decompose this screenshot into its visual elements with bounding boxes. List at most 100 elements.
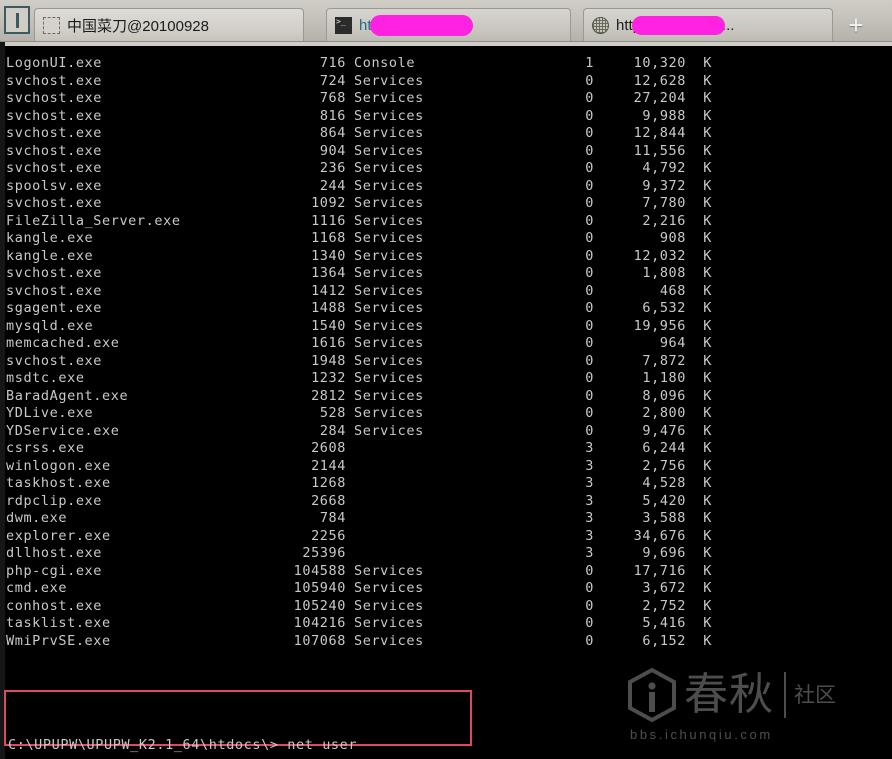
process-pid: 1364 xyxy=(311,265,346,281)
process-row: LogonUI.exe 716 Console 1 10,320 K xyxy=(6,55,712,73)
process-row: FileZilla_Server.exe 1116 Services 0 2,216 K xyxy=(6,213,712,231)
process-session-number: 0 xyxy=(585,282,594,299)
process-session-number: 0 xyxy=(585,177,594,194)
tab-chinese-chopper[interactable]: 中国菜刀@20100928 xyxy=(34,8,304,41)
process-session-number: 3 xyxy=(585,440,594,456)
process-memory: 12,628 xyxy=(633,72,686,89)
process-name: mysqld.exe xyxy=(6,317,94,334)
process-memory: 9,696 xyxy=(642,545,686,561)
process-pid: 1412 xyxy=(311,282,346,299)
process-memory-unit: K xyxy=(703,300,712,316)
process-session-number: 0 xyxy=(585,597,594,614)
process-row: svchost.exe 724 Services 0 12,628 K xyxy=(6,73,712,91)
process-name: kangle.exe xyxy=(6,247,94,264)
process-pid: 1232 xyxy=(311,370,346,386)
tasklist-process-table: LogonUI.exe 716 Console 1 10,320 Ksvchost.exe… xyxy=(0,42,712,650)
process-memory: 6,152 xyxy=(642,632,686,649)
process-memory-unit: K xyxy=(703,475,712,491)
process-session-number: 0 xyxy=(585,615,594,631)
process-memory: 2,800 xyxy=(642,405,686,421)
process-row: rdpclip.exe 2668 3 5,420 K xyxy=(6,493,712,511)
process-name: WmiPrvSE.exe xyxy=(6,632,111,649)
process-memory: 8,096 xyxy=(642,387,686,404)
process-memory: 7,872 xyxy=(642,352,686,369)
process-name: svchost.exe xyxy=(6,160,103,176)
process-memory-unit: K xyxy=(703,405,712,421)
process-row: kangle.exe 1168 Services 0 908 K xyxy=(6,230,712,248)
process-session-name: Services xyxy=(354,580,424,596)
process-name: php-cgi.exe xyxy=(6,562,103,579)
process-pid: 2668 xyxy=(311,492,346,509)
process-row: winlogon.exe 2144 3 2,756 K xyxy=(6,458,712,476)
process-memory-unit: K xyxy=(703,615,712,631)
process-session-number: 3 xyxy=(585,545,594,561)
process-session-name: Services xyxy=(354,335,424,351)
process-row: tasklist.exe 104216 Services 0 5,416 K xyxy=(6,615,712,633)
process-memory-unit: K xyxy=(703,510,712,526)
process-name: YDLive.exe xyxy=(6,405,94,421)
process-name: csrss.exe xyxy=(6,440,85,456)
process-row: php-cgi.exe 104588 Services 0 17,716 K xyxy=(6,563,712,581)
tab-http-ichunqiu-2[interactable]: http:/ .78/ichunqi... xyxy=(583,8,833,41)
process-memory: 11,556 xyxy=(633,142,686,159)
process-session-number: 3 xyxy=(585,527,594,544)
process-row: svchost.exe 1364 Services 0 1,808 K xyxy=(6,265,712,283)
process-session-name: Services xyxy=(354,405,424,421)
process-session-number: 0 xyxy=(585,317,594,334)
process-memory-unit: K xyxy=(703,457,712,474)
process-session-number: 0 xyxy=(585,72,594,89)
process-row: mysqld.exe 1540 Services 0 19,956 K xyxy=(6,318,712,336)
process-name: FileZilla_Server.exe xyxy=(6,212,181,229)
process-session-name: Services xyxy=(354,195,424,211)
process-session-number: 0 xyxy=(585,335,594,351)
process-pid: 724 xyxy=(319,72,346,89)
process-row: conhost.exe 105240 Services 0 2,752 K xyxy=(6,598,712,616)
process-session-name: Services xyxy=(354,387,424,404)
ichunqiu-watermark: 春秋 社区 bbs.ichunqiu.com xyxy=(626,667,866,751)
process-session-name: Services xyxy=(354,352,424,369)
process-row: svchost.exe 864 Services 0 12,844 K xyxy=(6,125,712,143)
process-pid: 2144 xyxy=(311,457,346,474)
process-memory: 5,420 xyxy=(642,492,686,509)
process-row: dllhost.exe 25396 3 9,696 K xyxy=(6,545,712,563)
process-name: svchost.exe xyxy=(6,125,103,141)
process-row: svchost.exe 904 Services 0 11,556 K xyxy=(6,143,712,161)
process-name: svchost.exe xyxy=(6,90,103,106)
process-memory: 10,320 xyxy=(633,55,686,71)
process-name: explorer.exe xyxy=(6,527,111,544)
process-session-name: Services xyxy=(354,632,424,649)
process-row: svchost.exe 1412 Services 0 468 K xyxy=(6,283,712,301)
tab-http-ichunqiu-1[interactable]: >_ http: .78/ichunqi... xyxy=(326,8,571,41)
process-pid: 107068 xyxy=(293,632,346,649)
process-memory-unit: K xyxy=(703,177,712,194)
process-row: memcached.exe 1616 Services 0 964 K xyxy=(6,335,712,353)
process-session-number: 0 xyxy=(585,265,594,281)
process-session-number: 0 xyxy=(585,562,594,579)
process-memory: 9,476 xyxy=(642,422,686,439)
process-name: rdpclip.exe xyxy=(6,492,103,509)
process-pid: 2256 xyxy=(311,527,346,544)
process-memory: 6,532 xyxy=(642,300,686,316)
new-tab-button[interactable]: + xyxy=(837,8,875,41)
process-memory-unit: K xyxy=(703,492,712,509)
console-output-area[interactable]: LogonUI.exe 716 Console 1 10,320 Ksvchost.exe… xyxy=(0,42,892,759)
process-pid: 244 xyxy=(319,177,346,194)
process-session-number: 0 xyxy=(585,212,594,229)
process-memory-unit: K xyxy=(703,545,712,561)
process-row: svchost.exe 768 Services 0 27,204 K xyxy=(6,90,712,108)
process-name: svchost.exe xyxy=(6,72,103,89)
process-pid: 904 xyxy=(319,142,346,159)
dotted-square-icon xyxy=(43,16,60,34)
process-session-name: Services xyxy=(354,107,424,124)
process-session-number: 1 xyxy=(585,55,594,71)
process-memory-unit: K xyxy=(703,597,712,614)
process-row: svchost.exe 1092 Services 0 7,780 K xyxy=(6,195,712,213)
process-name: svchost.exe xyxy=(6,195,103,211)
process-memory-unit: K xyxy=(703,440,712,456)
window-menu-button[interactable] xyxy=(0,0,34,41)
process-name: kangle.exe xyxy=(6,230,94,246)
process-session-name: Services xyxy=(354,597,424,614)
prompt-line-executed: C:\UPUPW\UPUPW_K2.1_64\htdocs\> net user xyxy=(8,737,358,753)
process-name: svchost.exe xyxy=(6,352,103,369)
globe-icon xyxy=(592,16,609,34)
